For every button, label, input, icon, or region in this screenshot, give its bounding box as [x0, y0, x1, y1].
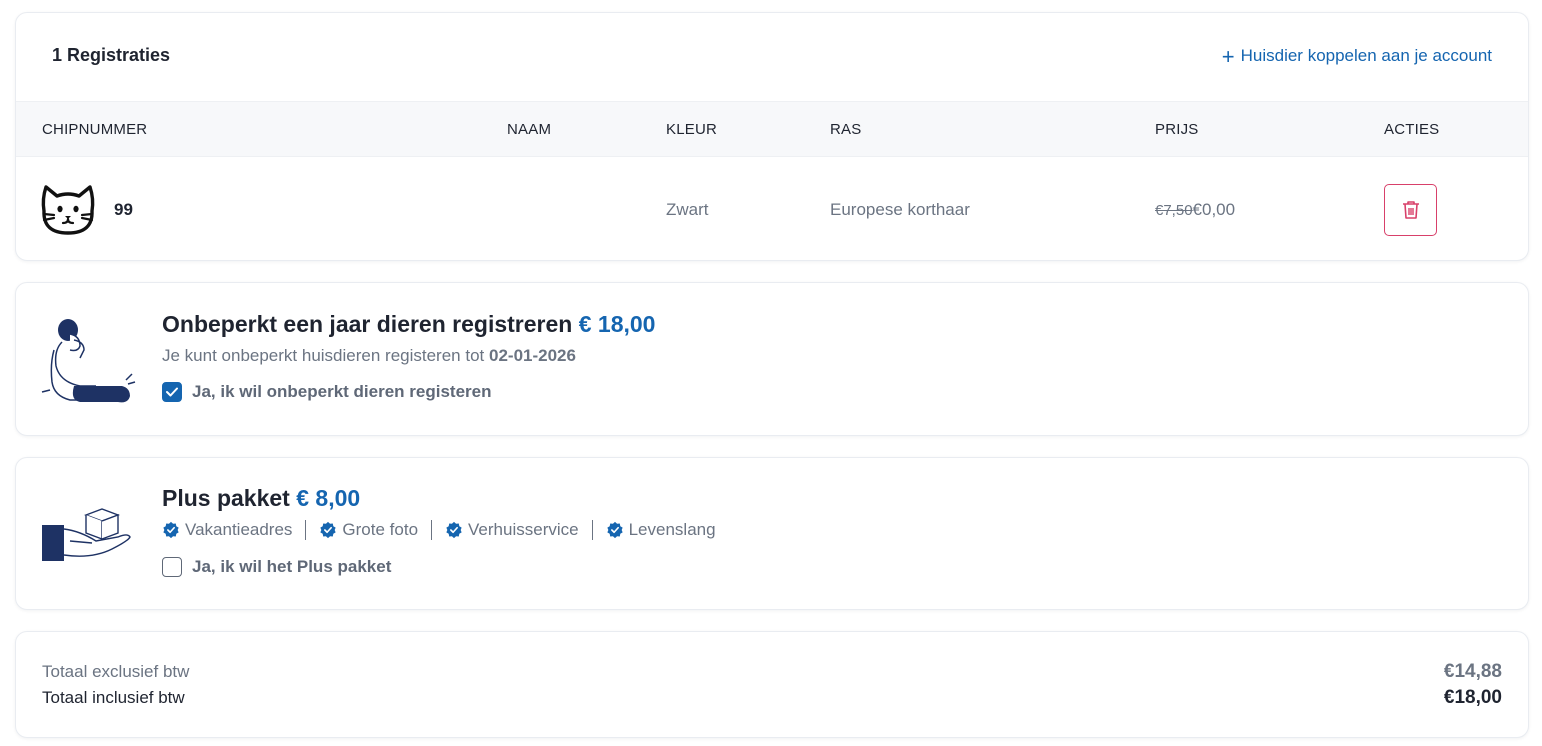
registrations-title: 1 Registraties — [52, 45, 171, 65]
unlimited-registration-card: Onbeperkt een jaar dieren registreren € … — [15, 282, 1529, 436]
column-header-acties: ACTIES — [1384, 121, 1440, 138]
link-pet-label: Huisdier koppelen aan je account — [1240, 46, 1492, 65]
column-header-ras: RAS — [830, 121, 862, 138]
hand-with-package-illustration — [42, 508, 131, 561]
feature-label: Grote foto — [342, 520, 419, 539]
plus-checkbox-label: Ja, ik wil het Plus pakket — [192, 557, 392, 576]
chipnummer-cell: 99 — [114, 200, 133, 219]
plus-checkbox-row[interactable]: Ja, ik wil het Plus pakket — [162, 557, 391, 577]
total-incl-label: Totaal inclusief btw — [42, 688, 185, 707]
unlimited-subtitle: Je kunt onbeperkt huisdieren registeren … — [162, 346, 576, 366]
feature-item: Levenslang — [606, 520, 716, 540]
cat-icon — [41, 185, 95, 235]
column-header-prijs: PRIJS — [1155, 121, 1199, 138]
plus-icon: + — [1221, 43, 1235, 69]
prijs-cell: €7,50€0,00 — [1155, 200, 1235, 220]
verified-badge-icon — [320, 521, 337, 539]
registrations-card: 1 Registraties + Huisdier koppelen aan j… — [15, 12, 1529, 261]
plus-features-list: Vakantieadres Grote foto Verhuisservice … — [162, 520, 716, 540]
price: €0,00 — [1192, 200, 1236, 219]
feature-divider — [305, 520, 307, 540]
plus-price: € 8,00 — [296, 485, 361, 511]
unlimited-title: Onbeperkt een jaar dieren registreren € … — [162, 311, 655, 338]
table-row: 99 Zwart Europese korthaar €7,50€0,00 — [16, 157, 1528, 260]
column-header-chipnummer: CHIPNUMMER — [42, 121, 148, 138]
column-header-naam: NAAM — [507, 121, 552, 138]
person-sitting-illustration — [41, 319, 136, 403]
delete-button[interactable] — [1384, 184, 1437, 236]
feature-item: Verhuisservice — [445, 520, 579, 540]
plus-package-card: Plus pakket € 8,00 Vakantieadres Grote f… — [15, 457, 1529, 610]
total-excl-label: Totaal exclusief btw — [42, 662, 190, 681]
unlimited-checkbox-row[interactable]: Ja, ik wil onbeperkt dieren registeren — [162, 382, 492, 402]
unlimited-subtitle-text: Je kunt onbeperkt huisdieren registeren … — [162, 346, 485, 365]
feature-divider — [591, 520, 593, 540]
plus-title: Plus pakket € 8,00 — [162, 485, 360, 512]
column-header-kleur: KLEUR — [666, 121, 718, 138]
verified-badge-icon — [606, 521, 623, 539]
verified-badge-icon — [446, 521, 462, 539]
total-incl-value: €18,00 — [1443, 687, 1502, 708]
feature-label: Verhuisservice — [468, 520, 579, 539]
unlimited-checkbox[interactable] — [162, 382, 182, 402]
unlimited-title-text: Onbeperkt een jaar dieren registreren — [162, 311, 573, 337]
plus-title-text: Plus pakket — [162, 485, 290, 511]
old-price: €7,50 — [1155, 202, 1193, 219]
unlimited-until-date: 02-01-2026 — [489, 346, 576, 365]
feature-item: Vakantieadres — [162, 520, 292, 540]
unlimited-checkbox-label: Ja, ik wil onbeperkt dieren registeren — [192, 382, 492, 401]
registrations-header: 1 Registraties + Huisdier koppelen aan j… — [16, 13, 1528, 101]
ras-cell: Europese korthaar — [830, 200, 970, 219]
verified-badge-icon — [163, 521, 179, 539]
table-header: CHIPNUMMER NAAM KLEUR RAS PRIJS ACTIES — [16, 101, 1528, 157]
trash-icon — [1402, 201, 1419, 219]
feature-label: Levenslang — [628, 520, 716, 539]
totals-card: Totaal exclusief btw €14,88 Totaal inclu… — [15, 631, 1529, 738]
total-excl-value: €14,88 — [1443, 661, 1502, 682]
unlimited-price: € 18,00 — [578, 311, 656, 337]
feature-item: Grote foto — [319, 520, 418, 540]
plus-checkbox[interactable] — [162, 557, 182, 577]
kleur-cell: Zwart — [666, 200, 709, 219]
checkmark-icon — [166, 387, 178, 397]
link-pet-to-account-button[interactable]: + Huisdier koppelen aan je account — [1221, 43, 1492, 69]
feature-divider — [431, 520, 433, 540]
feature-label: Vakantieadres — [185, 520, 293, 539]
